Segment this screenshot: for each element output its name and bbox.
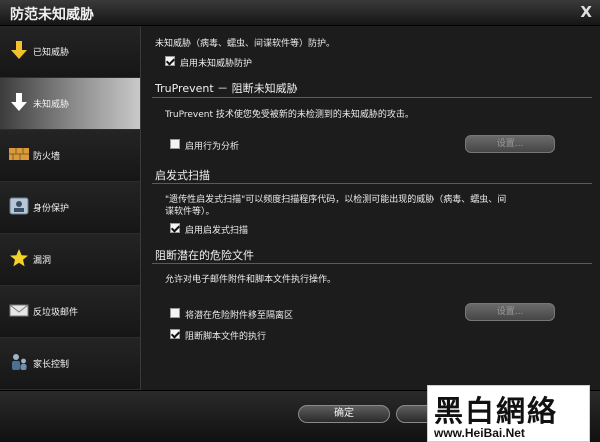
sidebar-item-antispam[interactable]: 反垃圾邮件 — [0, 286, 140, 338]
sidebar-item-label: 家长控制 — [33, 360, 70, 370]
divider — [152, 97, 592, 98]
mail-envelope-icon — [9, 304, 29, 317]
watermark-logo: 黑白網絡 — [434, 394, 559, 428]
sidebar-item-firewall[interactable]: 防火墙 — [0, 130, 140, 182]
id-card-icon — [9, 197, 29, 215]
close-icon[interactable]: X — [580, 3, 592, 21]
sidebar-item-label: 已知威胁 — [33, 48, 70, 58]
heuristic-title: 启发式扫描 — [155, 169, 210, 182]
quarantine-checkbox[interactable] — [170, 308, 180, 318]
sidebar: 已知威胁 未知威胁 防火墙 身份保护 漏洞 反垃圾邮件 家长控制 — [0, 26, 141, 390]
truprevent-desc: TruPrevent 技术使您免受被新的未检测到的未知威胁的攻击。 — [165, 110, 414, 120]
behavior-analysis-checkbox[interactable] — [170, 139, 180, 149]
sidebar-item-label: 防火墙 — [33, 152, 61, 162]
sidebar-item-label: 身份保护 — [33, 204, 70, 214]
watermark: 黑白網絡 www.HeiBai.Net — [427, 385, 590, 442]
divider — [152, 263, 592, 264]
quarantine-settings-button[interactable]: 设置... — [465, 303, 555, 321]
sidebar-item-vulnerability[interactable]: 漏洞 — [0, 234, 140, 286]
enable-unknown-checkbox[interactable] — [165, 56, 175, 66]
enable-heuristic-checkbox[interactable] — [170, 223, 180, 233]
intro-text: 未知威胁（病毒、蠕虫、间谍软件等）防护。 — [155, 39, 336, 49]
dangerous-files-desc: 允许对电子邮件附件和脚本文件执行操作。 — [165, 275, 337, 285]
dangerous-files-title: 阻断潜在的危险文件 — [155, 249, 254, 262]
behavior-settings-button[interactable]: 设置... — [465, 135, 555, 153]
window-title: 防范未知威胁 — [10, 7, 94, 23]
sidebar-item-label: 反垃圾邮件 — [33, 308, 79, 318]
block-scripts-label: 阻断脚本文件的执行 — [185, 332, 267, 342]
sidebar-item-known-threats[interactable]: 已知威胁 — [0, 26, 140, 78]
quarantine-label: 将潜在危险附件移至隔离区 — [185, 311, 294, 321]
block-scripts-checkbox[interactable] — [170, 329, 180, 339]
sidebar-item-identity[interactable]: 身份保护 — [0, 182, 140, 234]
star-icon — [10, 249, 28, 267]
arrow-down-white-icon — [11, 93, 27, 111]
enable-heuristic-label: 启用启发式扫描 — [185, 226, 249, 236]
sidebar-item-label: 漏洞 — [33, 256, 52, 266]
behavior-analysis-label: 启用行为分析 — [185, 142, 240, 152]
sidebar-item-parental[interactable]: 家长控制 — [0, 338, 140, 390]
firewall-bricks-icon — [9, 148, 29, 160]
heuristic-desc-line1: "遗传性启发式扫描"可以频度扫描程序代码，以检测可能出现的威胁（病毒、蠕虫、间 — [165, 195, 507, 205]
truprevent-title: TruPrevent － 阻断未知威胁 — [155, 82, 298, 95]
ok-button[interactable]: 确定 — [298, 405, 390, 423]
sidebar-item-label: 未知威胁 — [33, 100, 70, 110]
sidebar-item-unknown-threats[interactable]: 未知威胁 — [0, 78, 140, 130]
title-bar: 防范未知威胁 X — [0, 0, 600, 26]
enable-unknown-label: 启用未知威胁防护 — [180, 59, 253, 69]
parent-control-icon — [12, 354, 27, 370]
watermark-url: www.HeiBai.Net — [434, 426, 525, 440]
heuristic-desc-line2: 谍软件等）。 — [165, 207, 215, 217]
arrow-down-yellow-icon — [11, 41, 27, 59]
divider — [152, 183, 592, 184]
